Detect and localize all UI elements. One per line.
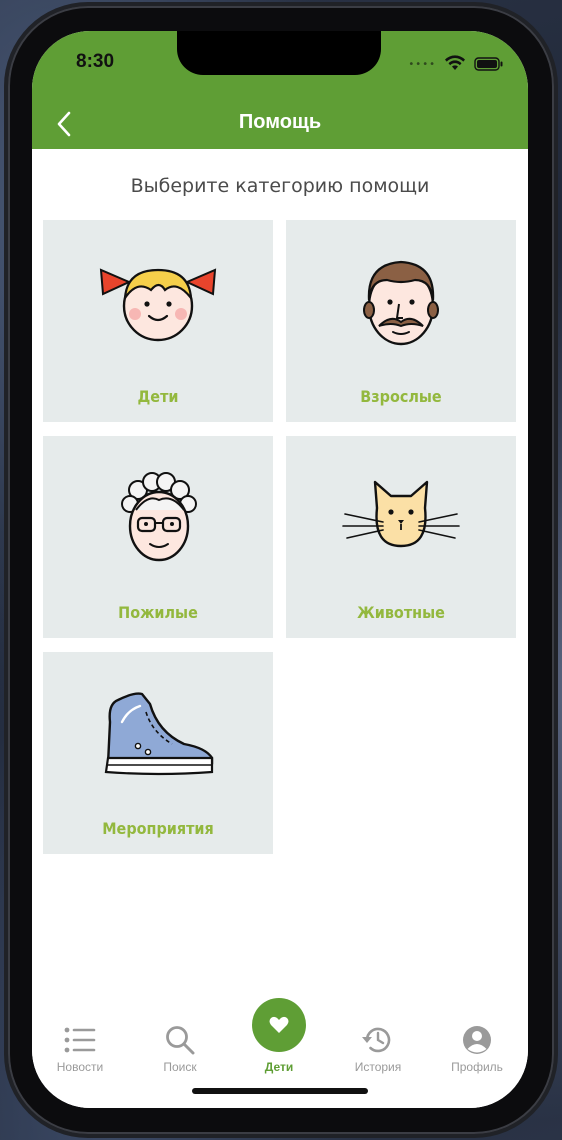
tab-children[interactable]: Дети [239,998,319,1074]
search-icon [166,1026,195,1055]
category-card-events[interactable]: Мероприятия [43,652,273,854]
heart-icon [269,1016,289,1033]
list-icon [64,1027,96,1053]
sneaker-icon [104,692,214,776]
tab-label: Поиск [163,1060,197,1074]
man-face-icon [363,260,439,346]
history-icon [362,1027,391,1053]
grandma-face-icon [121,472,197,562]
category-card-adults[interactable]: Взрослые [286,220,516,422]
tab-label: Профиль [451,1060,503,1074]
page-title: Помощь [238,111,322,133]
battery-icon [474,56,504,75]
nav-header: Помощь [32,99,528,149]
cat-face-icon [342,480,460,548]
signal-dots: •••• [408,59,436,70]
tab-label: Новости [56,1060,104,1074]
home-indicator [192,1088,368,1094]
category-label: Дети [137,387,179,406]
category-card-children[interactable]: Дети [43,220,273,422]
tab-bar: Новости Поиск Дети История Профиль [32,998,528,1108]
category-label: Мероприятия [102,819,214,838]
tab-history[interactable]: История [338,1022,418,1074]
status-bar: 8:30 •••• [32,31,528,99]
camera-notch [177,31,381,75]
profile-icon [463,1026,491,1054]
wifi-icon [444,55,466,75]
category-label: Животные [357,603,445,622]
tab-search[interactable]: Поиск [140,1022,220,1074]
active-tab-bubble [252,998,306,1052]
status-time: 8:30 [76,51,115,72]
status-icons: •••• [408,55,504,75]
app-screen: 8:30 •••• Помощь Выберите категорию помо… [32,31,528,1108]
category-card-animals[interactable]: Животные [286,436,516,638]
tab-label: Дети [264,1060,294,1074]
category-label: Взрослые [360,387,442,406]
category-label: Пожилые [118,603,198,622]
tab-profile[interactable]: Профиль [437,1022,517,1074]
category-card-elderly[interactable]: Пожилые [43,436,273,638]
tab-label: История [354,1060,402,1074]
category-prompt: Выберите категорию помощи [130,175,430,197]
girl-face-icon [99,268,217,342]
tab-news[interactable]: Новости [40,1022,120,1074]
